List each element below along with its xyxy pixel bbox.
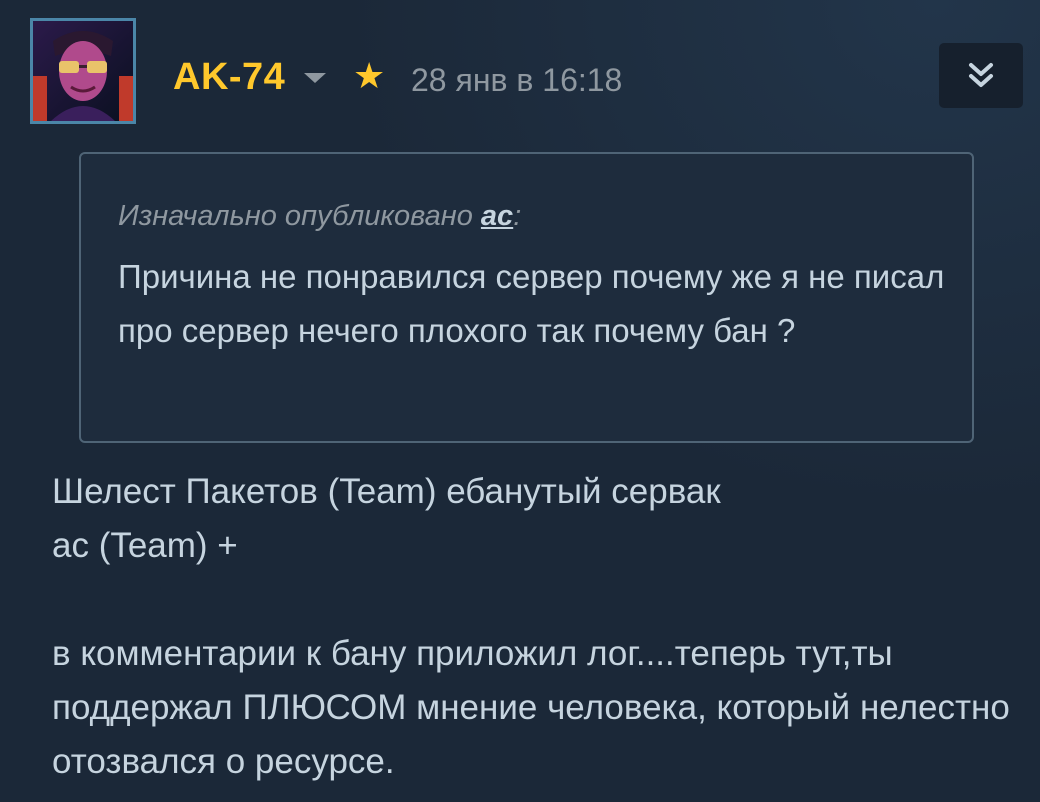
quote-text: Причина не понравился сервер почему же я…	[118, 258, 945, 349]
quote-block: Изначально опубликовано ac: Причина не п…	[79, 152, 974, 443]
quote-suffix: :	[513, 200, 522, 232]
star-icon: ★	[353, 55, 386, 96]
caret-down-icon[interactable]	[302, 70, 328, 86]
avatar[interactable]	[30, 18, 136, 124]
author-name[interactable]: AK-74	[173, 54, 285, 100]
double-chevron-down-icon	[969, 63, 993, 87]
expand-button[interactable]	[939, 43, 1023, 108]
post-line: Шелест Пакетов (Team) ебанутый сервак	[52, 472, 721, 511]
post-header: AK-74 ★ 28 янв в 16:18	[30, 18, 1023, 126]
post-line: ac (Team) +	[52, 526, 238, 565]
avatar-image	[33, 21, 133, 121]
post-body: Шелест Пакетов (Team) ебанутый сервак ac…	[52, 465, 1012, 789]
post-timestamp: 28 янв в 16:18	[411, 62, 623, 98]
quote-prefix: Изначально опубликовано	[118, 200, 481, 232]
quote-author-link[interactable]: ac	[481, 200, 513, 232]
quote-header: Изначально опубликовано ac:	[118, 198, 521, 234]
post-paragraph: в комментарии к бану приложил лог....теп…	[52, 634, 1010, 781]
comment-page: AK-74 ★ 28 янв в 16:18 Изначально опубли…	[0, 0, 1040, 802]
